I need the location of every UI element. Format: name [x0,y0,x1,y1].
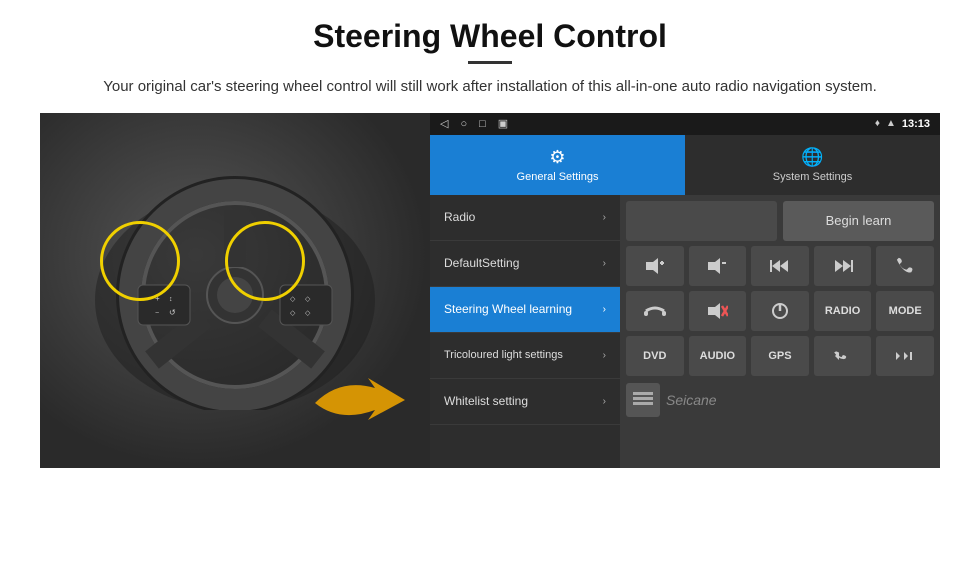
tab-general-label: General Settings [517,171,599,183]
settings-tabs: ⚙ General Settings 🌐 System Settings [430,135,940,195]
menu-item-default-label: DefaultSetting [444,256,603,270]
prev-track-button[interactable] [751,246,809,286]
status-bar: ◁ ○ □ ▣ ♦ ▲ 13:13 [430,113,940,135]
gps-label: GPS [768,350,791,362]
menu-item-default-setting[interactable]: DefaultSetting › [430,241,620,287]
chevron-icon: › [603,396,606,407]
chevron-icon: › [603,304,606,315]
watermark-row: Seicane [626,381,934,419]
menu-item-tricoloured[interactable]: Tricoloured light settings › [430,333,620,379]
content-area: + − ↕ ↺ ◇ ◇ ◇ ◇ [40,113,940,468]
android-ui: ◁ ○ □ ▣ ♦ ▲ 13:13 ⚙ General Settings [430,113,940,468]
audio-button[interactable]: AUDIO [689,336,747,376]
right-panel: Begin learn [620,195,940,468]
page-title: Steering Wheel Control [313,18,667,55]
status-bar-left: ◁ ○ □ ▣ [440,117,508,130]
hang-up-button[interactable] [626,291,684,331]
left-highlight-circle [100,221,180,301]
begin-learn-row: Begin learn [626,201,934,241]
chevron-icon: › [603,212,606,223]
menu-item-radio-label: Radio [444,210,603,224]
svg-text:◇: ◇ [290,296,296,303]
svg-text:↺: ↺ [169,308,176,317]
svg-text:◇: ◇ [290,310,296,317]
left-menu: Radio › DefaultSetting › Steering Wheel … [430,195,620,468]
tab-system-label: System Settings [773,171,852,183]
general-settings-icon: ⚙ [549,147,565,168]
radio-label: RADIO [825,305,860,317]
svg-text:◇: ◇ [305,310,311,317]
dvd-label: DVD [643,350,666,362]
screenshot-icon[interactable]: ▣ [498,117,508,130]
svg-text:−: − [155,310,159,317]
next-track-button[interactable] [814,246,872,286]
right-highlight-circle [225,221,305,301]
tab-system[interactable]: 🌐 System Settings [685,135,940,195]
seicane-icon [626,383,660,417]
phone-button[interactable] [876,246,934,286]
phone-prev-button[interactable] [814,336,872,376]
main-split: Radio › DefaultSetting › Steering Wheel … [430,195,940,468]
page-container: Steering Wheel Control Your original car… [0,0,980,562]
vol-up-button[interactable] [626,246,684,286]
mute-button[interactable] [689,291,747,331]
menu-item-steering-wheel[interactable]: Steering Wheel learning › [430,287,620,333]
radio-button[interactable]: RADIO [814,291,872,331]
empty-input-box [626,201,777,241]
home-icon[interactable]: ○ [460,118,467,130]
menu-item-radio[interactable]: Radio › [430,195,620,241]
status-bar-right: ♦ ▲ 13:13 [875,118,930,130]
system-settings-icon: 🌐 [801,147,823,168]
tab-general[interactable]: ⚙ General Settings [430,135,685,195]
begin-learn-button[interactable]: Begin learn [783,201,934,241]
menu-item-steering-label: Steering Wheel learning [444,302,603,316]
audio-label: AUDIO [700,350,735,362]
gps-button[interactable]: GPS [751,336,809,376]
control-row-1 [626,246,934,286]
chevron-icon: › [603,258,606,269]
menu-item-tricoloured-label: Tricoloured light settings [444,349,603,361]
clock: 13:13 [902,118,930,130]
control-row-3: DVD AUDIO GPS [626,336,934,376]
back-icon[interactable]: ◁ [440,117,448,130]
svg-text:↕: ↕ [169,296,173,303]
menu-item-whitelist-label: Whitelist setting [444,394,603,408]
menu-item-whitelist[interactable]: Whitelist setting › [430,379,620,425]
back-next-button[interactable] [876,336,934,376]
svg-text:◇: ◇ [305,296,311,303]
car-background: + − ↕ ↺ ◇ ◇ ◇ ◇ [40,113,430,468]
chevron-icon: › [603,350,606,361]
page-subtitle: Your original car's steering wheel contr… [103,76,877,99]
location-icon: ♦ [875,118,880,129]
control-row-2: RADIO MODE [626,291,934,331]
mode-button[interactable]: MODE [876,291,934,331]
vol-down-button[interactable] [689,246,747,286]
mode-label: MODE [889,305,922,317]
title-divider [468,61,512,64]
car-image-area: + − ↕ ↺ ◇ ◇ ◇ ◇ [40,113,430,468]
direction-arrow [310,368,410,438]
dvd-button[interactable]: DVD [626,336,684,376]
wifi-icon: ▲ [886,118,896,129]
seicane-watermark: Seicane [666,392,717,408]
recent-icon[interactable]: □ [479,118,486,130]
power-button[interactable] [751,291,809,331]
